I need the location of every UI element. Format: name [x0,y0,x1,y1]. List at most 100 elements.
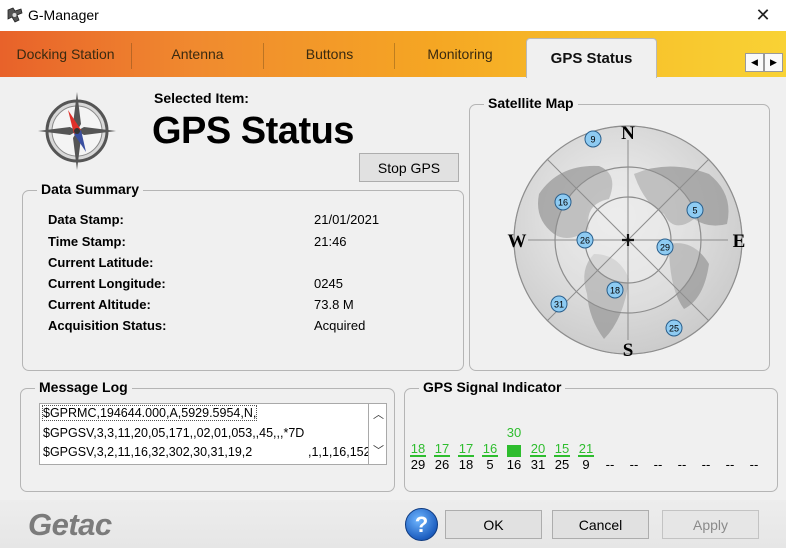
satellite-prn-label: 18 [458,457,474,472]
tab-scroll-left-button[interactable]: ◀ [745,53,764,72]
satellite-prn-label: -- [677,457,687,472]
data-summary-group: Data Summary Data Stamp: 21/01/2021 Time… [22,181,464,371]
signal-strength-value: 15 [554,441,570,456]
satellite-prn-label: 31 [530,457,546,472]
satellite-prn-label: 29 [410,457,426,472]
satellite-prn: 9 [590,135,595,145]
signal-strength-value: 17 [434,441,450,456]
help-button[interactable]: ? [405,508,438,541]
signal-strength-value: 30 [506,425,522,440]
satellite-prn: 25 [669,324,679,334]
satellite-prn-label: -- [653,457,663,472]
altitude-value: 73.8 M [314,297,354,312]
satellite-prn-label: 9 [582,457,590,472]
getac-logo: Getac [28,507,112,542]
gps-signal-indicator-title: GPS Signal Indicator [419,379,566,395]
acquisition-status-label: Acquisition Status: [48,318,167,333]
message-log-list[interactable]: $GPRMC,194644.000,A,5929.5954,N, $GPGSV,… [39,403,369,465]
satellite-prn-label: -- [629,457,639,472]
satellite-prn-label: -- [725,457,735,472]
tab-label: Docking Station [16,46,115,62]
message-log-title: Message Log [35,379,132,395]
time-stamp-label: Time Stamp: [48,234,126,249]
satellite-marker[interactable]: 25 [665,319,683,337]
satellite-prn-label: -- [701,457,711,472]
arrow-right-icon: ▶ [770,57,777,67]
tab-bar: Docking Station Antenna Buttons Monitori… [0,31,786,78]
ok-button[interactable]: OK [445,510,542,539]
selected-item-label: Selected Item: [154,90,249,106]
tab-buttons[interactable]: Buttons [264,31,395,77]
chevron-down-icon[interactable]: ﹀ [373,442,384,458]
satellite-prn-label: 25 [554,457,570,472]
satellite-prn: 29 [660,243,670,253]
help-icon: ? [414,511,429,537]
satellite-map: N S W E 9 16 5 26 29 18 31 25 [508,123,746,361]
satellite-marker[interactable]: 18 [606,281,624,299]
direction-north: N [621,123,635,144]
satellite-prn-label: -- [605,457,615,472]
tab-label: Monitoring [427,46,493,62]
satellite-marker[interactable]: 5 [686,201,704,219]
satellite-marker[interactable]: 9 [584,130,602,148]
satellite-prn: 31 [554,300,564,310]
tab-antenna[interactable]: Antenna [132,31,263,77]
latitude-label: Current Latitude: [48,255,154,270]
title-bar: G-Manager ✕ [0,0,786,31]
satellite-prn-label: 26 [434,457,450,472]
tab-label: Buttons [305,46,354,62]
compass-icon [38,92,116,170]
tab-monitoring[interactable]: Monitoring [395,31,525,77]
gps-signal-indicator-group: GPS Signal Indicator 18 29 17 26 17 18 16 5 30 16… [404,379,778,492]
direction-east: E [733,231,746,252]
acquisition-status-value: Acquired [314,318,366,333]
data-summary-title: Data Summary [37,181,144,197]
longitude-label: Current Longitude: [48,276,166,291]
window-title: G-Manager [28,7,99,23]
satellite-marker[interactable]: 29 [656,238,674,256]
message-log-scrollbar[interactable]: ︿ ﹀ [369,403,387,465]
message-log-line[interactable]: ,1,1,16,152 [308,445,368,459]
longitude-value: 0245 [314,276,343,291]
satellite-prn-label: 16 [506,457,522,472]
signal-strength-value: 21 [578,441,594,456]
time-stamp-value: 21:46 [314,234,347,249]
arrow-left-icon: ◀ [751,57,758,67]
data-stamp-label: Data Stamp: [48,212,124,227]
getac-wrench-icon [7,7,23,23]
direction-west: W [508,231,527,252]
satellite-prn-label: 5 [486,457,494,472]
tab-gps-status[interactable]: GPS Status [526,38,657,78]
signal-strength-bar [507,445,521,457]
message-log-line[interactable]: $GPGSV,3,3,11,20,05,171,,02,01,053,,45,,… [43,426,304,440]
signal-strength-value: 16 [482,441,498,456]
data-stamp-value: 21/01/2021 [314,212,380,227]
satellite-marker[interactable]: 31 [550,295,568,313]
satellite-prn: 26 [580,236,590,246]
close-icon: ✕ [755,5,771,25]
cancel-button[interactable]: Cancel [552,510,649,539]
satellite-marker[interactable]: 16 [554,193,572,211]
chevron-up-icon[interactable]: ︿ [373,406,384,422]
stop-gps-button[interactable]: Stop GPS [359,153,459,182]
close-button[interactable]: ✕ [740,0,786,31]
satellite-prn-label: -- [749,457,759,472]
message-log-line[interactable]: $GPRMC,194644.000,A,5929.5954,N, [41,405,258,421]
message-log-line[interactable]: $GPGSV,3,2,11,16,32,302,30,31,19,2 [43,445,252,459]
satellite-prn: 5 [692,206,697,216]
signal-strength-value: 17 [458,441,474,456]
satellite-marker[interactable]: 26 [576,231,594,249]
satellite-prn: 18 [610,286,620,296]
tab-label: Antenna [171,46,224,62]
page-title: GPS Status [152,110,354,152]
tab-docking-station[interactable]: Docking Station [0,31,131,77]
tab-scroll-right-button[interactable]: ▶ [764,53,783,72]
signal-strength-value: 20 [530,441,546,456]
direction-south: S [623,340,634,361]
apply-button[interactable]: Apply [662,510,759,539]
satellite-prn: 16 [558,198,568,208]
tab-label: GPS Status [550,50,633,67]
signal-strength-value: 18 [410,441,426,456]
altitude-label: Current Altitude: [48,297,151,312]
message-log-group: Message Log $GPRMC,194644.000,A,5929.595… [20,379,395,492]
